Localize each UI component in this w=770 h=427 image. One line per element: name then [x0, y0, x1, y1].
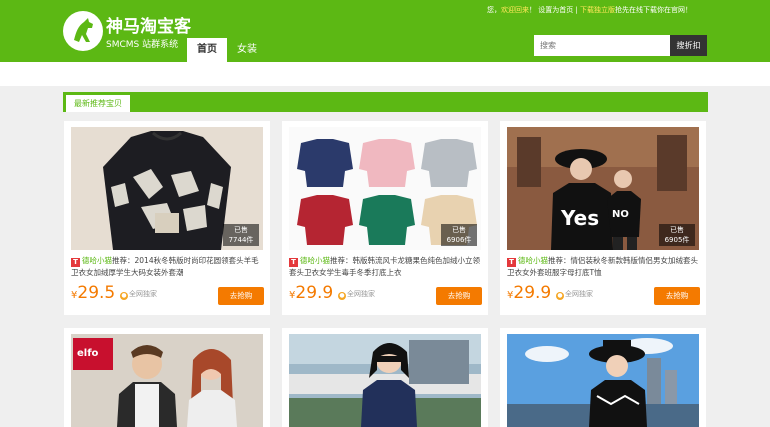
search-box: 搜折扣 [534, 35, 707, 56]
shop-name[interactable]: 德哈小猫 [82, 256, 112, 265]
couple-photo-image: elfo [71, 334, 263, 427]
product-card[interactable]: 已售 7744件 T 德哈小猫推荐：2014秋冬韩版时尚印花圆领套头羊毛卫衣女加绒厚… [64, 121, 270, 315]
topbar-text: 您， [487, 6, 501, 14]
section-title: 最新推荐宝贝 [66, 95, 130, 112]
site-logo[interactable]: 神马淘宝客 SMCMS 站群系统 [62, 8, 192, 54]
sold-label: 已售 [234, 226, 248, 234]
coin-icon: ● [556, 292, 564, 300]
product-image[interactable]: Yes NO 已售 6905件 [507, 127, 699, 250]
buy-button[interactable]: 去抢购 [218, 287, 264, 305]
harbor-photo-image [289, 334, 481, 427]
header-divider [0, 62, 770, 86]
sold-badge: 已售 6905件 [659, 224, 695, 246]
section-header: 最新推荐宝贝 [63, 92, 708, 112]
search-button[interactable]: 搜折扣 [670, 35, 707, 56]
download-link[interactable]: 下载独立版 [580, 6, 615, 14]
nav-item-womens[interactable]: 女装 [227, 38, 267, 62]
sold-count: 6906件 [446, 236, 472, 244]
price: ¥29.9 [507, 283, 551, 303]
sold-count: 7744件 [228, 236, 254, 244]
product-card[interactable]: elfo [64, 328, 270, 427]
sold-label: 已售 [670, 226, 684, 234]
product-image[interactable] [507, 334, 699, 427]
search-input[interactable] [534, 35, 670, 56]
logo-title: 神马淘宝客 [106, 17, 191, 37]
set-homepage-link[interactable]: ！ 设置为首页 | [529, 6, 580, 14]
shop-name[interactable]: 德哈小猫 [300, 256, 330, 265]
coin-icon: ● [120, 292, 128, 300]
product-card[interactable]: Yes NO 已售 6905件 T 德哈小猫推荐：情侣装秋冬新款韩版情侣男女加绒套头… [500, 121, 706, 315]
sold-badge: 已售 7744件 [223, 224, 259, 246]
price-value: 29.5 [77, 283, 116, 303]
topbar-tail: 抢先在线下载你在官网！ [615, 6, 693, 14]
price-value: 29.9 [513, 283, 552, 303]
tmall-icon: T [289, 258, 298, 267]
exclusive-tag: ● 全网独家 [338, 289, 375, 300]
sold-badge: 已售 6906件 [441, 224, 477, 246]
product-image[interactable]: elfo [71, 334, 263, 427]
logo-subtitle: SMCMS 站群系统 [106, 40, 179, 50]
product-title[interactable]: T 德哈小猫推荐：2014秋冬韩版时尚印花圆领套头羊毛卫衣女加绒厚学生大码女装外套… [71, 255, 263, 279]
svg-text:NO: NO [612, 209, 629, 220]
exclusive-tag: ● 全网独家 [556, 289, 593, 300]
main-nav: 首页 女装 [187, 38, 267, 62]
product-title[interactable]: T 德哈小猫推荐：韩版韩流风卡龙糖果色纯色加绒小立领套头卫衣女学生毒手冬季打底上衣 [289, 255, 481, 279]
price-value: 29.9 [295, 283, 334, 303]
product-image[interactable] [289, 334, 481, 427]
shop-name[interactable]: 德哈小猫 [518, 256, 548, 265]
svg-text:Yes: Yes [560, 206, 599, 230]
tmall-icon: T [507, 258, 516, 267]
welcome-link[interactable]: 欢迎回来 [501, 6, 529, 14]
city-hat-photo-image [507, 334, 699, 427]
price: ¥29.5 [71, 283, 115, 303]
nav-item-home[interactable]: 首页 [187, 38, 227, 62]
coin-icon: ● [338, 292, 346, 300]
exclusive-label: 全网独家 [347, 290, 375, 298]
product-title[interactable]: T 德哈小猫推荐：情侣装秋冬新款韩版情侣男女加绒套头卫衣女外套班服字母打底T恤 [507, 255, 699, 279]
sold-label: 已售 [452, 226, 466, 234]
tmall-icon: T [71, 258, 80, 267]
site-header: 神马淘宝客 SMCMS 站群系统 您，欢迎回来！ 设置为首页 | 下载独立版抢先… [0, 0, 770, 62]
buy-button[interactable]: 去抢购 [436, 287, 482, 305]
sold-count: 6905件 [664, 236, 690, 244]
buy-button[interactable]: 去抢购 [654, 287, 700, 305]
product-card[interactable]: 已售 6906件 T 德哈小猫推荐：韩版韩流风卡龙糖果色纯色加绒小立领套头卫衣女学生… [282, 121, 488, 315]
exclusive-label: 全网独家 [565, 290, 593, 298]
product-card[interactable] [282, 328, 488, 427]
product-card[interactable] [500, 328, 706, 427]
product-image[interactable]: 已售 7744件 [71, 127, 263, 250]
exclusive-tag: ● 全网独家 [120, 289, 157, 300]
svg-text:elfo: elfo [77, 348, 99, 359]
product-image[interactable]: 已售 6906件 [289, 127, 481, 250]
horse-logo-icon [63, 11, 103, 51]
top-links: 您，欢迎回来！ 设置为首页 | 下载独立版抢先在线下载你在官网！ [487, 5, 762, 15]
price: ¥29.9 [289, 283, 333, 303]
exclusive-label: 全网独家 [129, 290, 157, 298]
